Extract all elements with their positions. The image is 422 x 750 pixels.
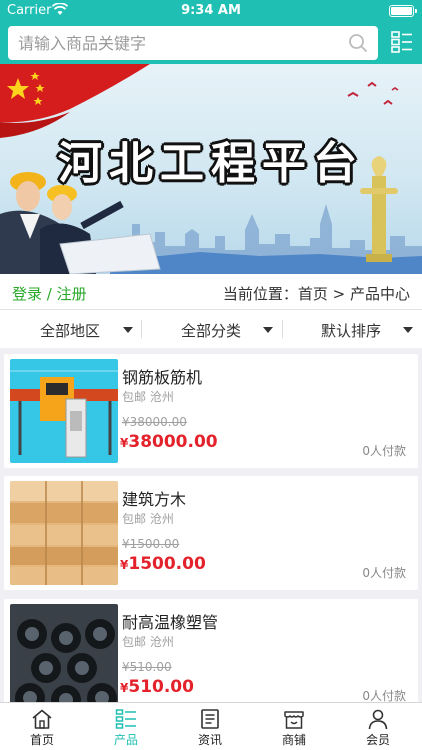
member-icon <box>368 709 388 730</box>
tab-products[interactable]: 产品 <box>84 703 168 750</box>
product-card[interactable]: 钢筋板筋机 包邮 沧州 ¥38000.00 ¥38000.00 0人付款 <box>4 354 418 468</box>
product-shipping: 包邮 <box>122 512 147 526</box>
filter-sort-label: 默认排序 <box>321 322 382 340</box>
product-shipping: 包邮 <box>122 635 147 649</box>
product-name[interactable]: 建筑方木 <box>122 486 186 510</box>
chevron-down-icon <box>403 327 413 333</box>
shop-icon <box>284 711 304 729</box>
battery-icon <box>389 5 417 17</box>
product-location: 沧州 <box>149 635 174 649</box>
product-price: ¥1500.00 <box>120 554 206 574</box>
tab-shop[interactable]: 商铺 <box>252 703 336 750</box>
product-image[interactable] <box>10 359 118 463</box>
status-bar: Carrier 9:34 AM <box>0 0 422 22</box>
product-name[interactable]: 钢筋板筋机 <box>122 364 202 388</box>
tab-home-label: 首页 <box>29 733 54 747</box>
auth-links: 登录 / 注册 <box>12 283 87 304</box>
filter-bar: 全部地区 全部分类 默认排序 <box>0 310 422 348</box>
chevron-down-icon <box>123 327 133 333</box>
category-menu-icon[interactable] <box>390 30 414 54</box>
banner-title: 河北工程平台 <box>58 138 364 189</box>
filter-sort[interactable]: 默认排序 <box>282 310 422 348</box>
filter-category-label: 全部分类 <box>181 322 242 340</box>
home-icon <box>32 709 52 729</box>
product-price-value: 1500.00 <box>128 554 206 574</box>
product-original-price: ¥38000.00 <box>122 415 187 429</box>
tab-member-label: 会员 <box>365 733 390 747</box>
product-list[interactable]: 钢筋板筋机 包邮 沧州 ¥38000.00 ¥38000.00 0人付款 建筑方… <box>0 348 422 702</box>
product-card[interactable]: 耐高温橡塑管 包邮 沧州 ¥510.00 ¥510.00 0人付款 <box>4 599 418 702</box>
news-icon <box>201 709 219 729</box>
tab-news[interactable]: 资讯 <box>168 703 252 750</box>
product-location: 沧州 <box>149 390 174 404</box>
product-location: 沧州 <box>149 512 174 526</box>
product-price-value: 38000.00 <box>128 432 218 452</box>
products-icon <box>115 709 136 729</box>
search-icon[interactable] <box>348 33 368 53</box>
product-meta: 包邮 沧州 <box>122 388 174 405</box>
product-meta: 包邮 沧州 <box>122 510 174 527</box>
bottom-tab-bar: 首页 产品 资讯 商铺 会员 <box>0 702 422 750</box>
product-price: ¥510.00 <box>120 677 194 697</box>
app-header: Carrier 9:34 AM <box>0 0 422 64</box>
product-card[interactable]: 建筑方木 包邮 沧州 ¥1500.00 ¥1500.00 0人付款 <box>4 476 418 590</box>
product-meta: 包邮 沧州 <box>122 633 174 650</box>
product-original-price: ¥1500.00 <box>122 537 180 551</box>
login-breadcrumb-bar: 登录 / 注册 当前位置：首页 > 产品中心 <box>0 274 422 310</box>
auth-separator: / <box>42 285 57 303</box>
product-image[interactable] <box>10 604 118 702</box>
search-input[interactable] <box>18 32 338 54</box>
product-name[interactable]: 耐高温橡塑管 <box>122 609 218 633</box>
search-box[interactable] <box>8 26 378 60</box>
tab-shop-label: 商铺 <box>281 733 306 747</box>
register-link[interactable]: 注册 <box>57 285 87 303</box>
chevron-down-icon <box>263 327 273 333</box>
filter-region[interactable]: 全部地区 <box>0 310 140 348</box>
status-time: 9:34 AM <box>181 3 241 18</box>
filter-region-label: 全部地区 <box>40 322 101 340</box>
tab-member[interactable]: 会员 <box>336 703 420 750</box>
product-paid-count: 0人付款 <box>362 566 406 580</box>
product-paid-count: 0人付款 <box>362 444 406 458</box>
product-price: ¥38000.00 <box>120 432 218 452</box>
product-image[interactable] <box>10 481 118 585</box>
tab-home[interactable]: 首页 <box>0 703 84 750</box>
filter-category[interactable]: 全部分类 <box>141 310 281 348</box>
tab-news-label: 资讯 <box>197 733 222 747</box>
product-shipping: 包邮 <box>122 390 147 404</box>
login-link[interactable]: 登录 <box>12 285 42 303</box>
product-price-value: 510.00 <box>128 677 194 697</box>
tab-products-label: 产品 <box>113 733 138 747</box>
breadcrumb[interactable]: 当前位置：首页 > 产品中心 <box>223 283 410 304</box>
product-original-price: ¥510.00 <box>122 660 172 674</box>
product-paid-count: 0人付款 <box>362 689 406 702</box>
promo-banner[interactable]: 河北工程平台 <box>0 64 422 274</box>
